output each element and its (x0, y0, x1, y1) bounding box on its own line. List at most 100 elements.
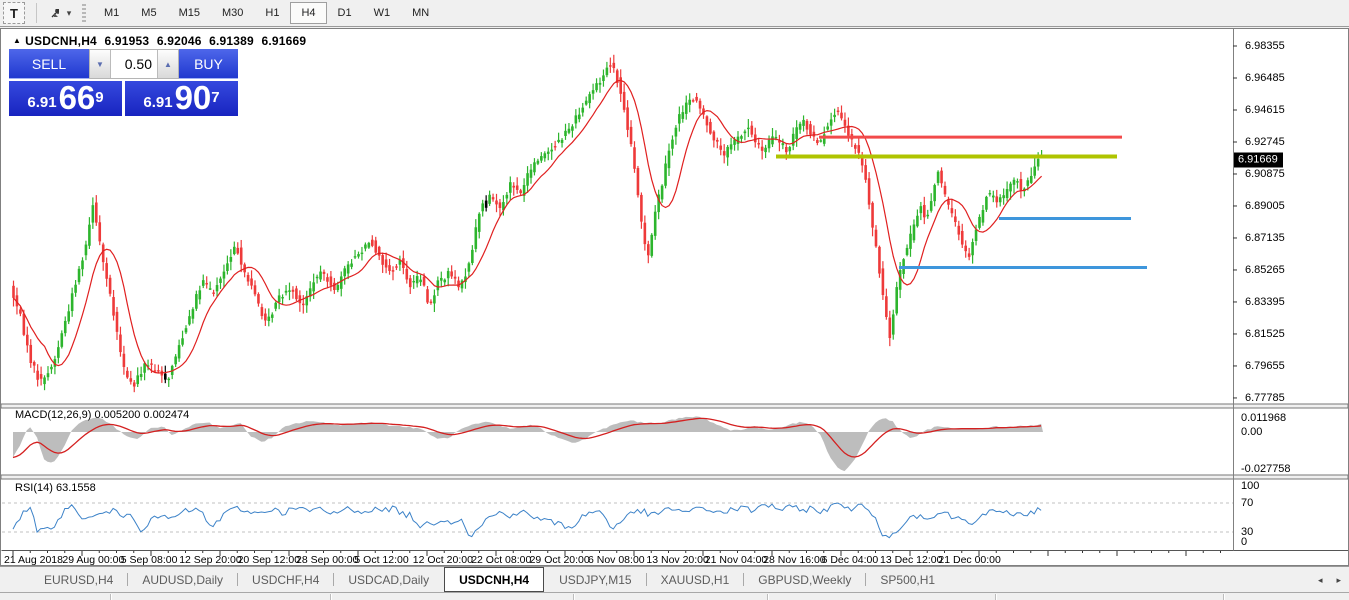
candle-body (471, 250, 474, 263)
candle-body (337, 285, 340, 290)
diagonal-arrows-icon (49, 6, 64, 20)
candle-body (499, 202, 502, 208)
candle-body (871, 203, 874, 228)
candle-body (226, 263, 229, 271)
candle-body (726, 147, 729, 157)
candle-body (36, 371, 39, 380)
candle-body (212, 293, 215, 294)
price-axis-label: 6.90875 (1245, 168, 1285, 180)
candle-body (419, 280, 422, 282)
candle-body (98, 222, 101, 241)
candle-body (136, 375, 139, 384)
buy-button[interactable]: BUY (179, 49, 238, 79)
candle-body (685, 103, 688, 114)
time-axis-label: 12 Sep 20:00 (179, 554, 241, 566)
time-axis-label: 13 Dec 12:00 (880, 554, 942, 566)
arrows-tool-button[interactable]: ▾ (42, 2, 78, 24)
buy-price-main: 90 (175, 83, 212, 113)
candle-body (837, 111, 840, 112)
timeframe-button-group: M1M5M15M30H1H4D1W1MN (93, 2, 440, 24)
candle-body (1016, 181, 1019, 182)
price-axis-label: 6.87135 (1245, 232, 1285, 244)
buy-price-display[interactable]: 6.91 90 7 (125, 81, 238, 116)
panel-divider-rsi[interactable] (1, 475, 1348, 479)
candle-body (271, 315, 274, 318)
candle-body (316, 277, 319, 278)
candle-body (878, 247, 881, 274)
candle-body (219, 279, 222, 283)
volume-decrease-button[interactable]: ▼ (90, 50, 111, 78)
candle-body (992, 196, 995, 198)
status-bar-separator (330, 594, 332, 600)
chart-tab-usdcad[interactable]: USDCAD,Daily (334, 567, 443, 592)
candle-body (340, 276, 343, 288)
candle-body (654, 212, 657, 236)
tab-scroll-right-icon[interactable]: ▸ (1336, 575, 1341, 586)
toolbar-grip[interactable] (82, 4, 86, 22)
candle-body (361, 253, 364, 254)
sell-button[interactable]: SELL (9, 49, 89, 79)
candle-body (109, 278, 112, 294)
timeframe-button-m15[interactable]: M15 (168, 2, 211, 24)
candle-body (216, 285, 219, 291)
sell-price-display[interactable]: 6.91 66 9 (9, 81, 122, 116)
candle-body (88, 225, 91, 246)
timeframe-button-h1[interactable]: H1 (254, 2, 290, 24)
timeframe-button-m1[interactable]: M1 (93, 2, 130, 24)
status-bar-separator (573, 594, 575, 600)
timeframe-button-m30[interactable]: M30 (211, 2, 254, 24)
candle-body (954, 216, 957, 222)
candle-body (1002, 195, 1005, 198)
chart-tab-audusd[interactable]: AUDUSD,Daily (128, 567, 237, 592)
volume-increase-button[interactable]: ▲ (157, 50, 178, 78)
candle-body (240, 248, 243, 265)
timeframe-button-m5[interactable]: M5 (130, 2, 167, 24)
moving-average-line[interactable] (14, 80, 1042, 373)
chart-window[interactable]: ▲USDCNH,H4 6.91953 6.92046 6.91389 6.916… (0, 28, 1349, 566)
panel-divider-macd[interactable] (1, 404, 1348, 408)
candle-body (478, 214, 481, 232)
tab-scroll-controls: ◂ ▸ (1318, 567, 1341, 593)
timeframe-button-w1[interactable]: W1 (363, 2, 402, 24)
candle-body (995, 196, 998, 202)
candle-body (130, 378, 133, 381)
sell-price-prefix: 6.91 (27, 93, 56, 113)
chart-tab-sp500[interactable]: SP500,H1 (866, 567, 949, 592)
collapse-triangle-icon[interactable]: ▲ (13, 36, 21, 45)
chart-tab-usdchf[interactable]: USDCHF,H4 (238, 567, 333, 592)
timeframe-button-h4[interactable]: H4 (290, 2, 326, 24)
macd-label: MACD(12,26,9) 0.005200 0.002474 (15, 409, 189, 421)
timeframe-button-mn[interactable]: MN (401, 2, 440, 24)
candle-body (1033, 167, 1036, 176)
volume-input[interactable] (111, 50, 157, 78)
candle-body (437, 280, 440, 290)
tab-scroll-left-icon[interactable]: ◂ (1318, 575, 1323, 586)
candle-body (264, 314, 267, 321)
candle-body (647, 244, 650, 255)
candle-body (150, 363, 153, 364)
chart-tab-usdcnh[interactable]: USDCNH,H4 (444, 567, 544, 592)
chart-tab-xauusd[interactable]: XAUUSD,H1 (647, 567, 744, 592)
candle-body (223, 272, 226, 279)
candle-body (354, 256, 357, 257)
text-tool-icon[interactable]: T (3, 2, 25, 24)
candle-body (806, 121, 809, 130)
candle-body (192, 309, 195, 319)
chart-tab-gbpusd[interactable]: GBPUSD,Weekly (744, 567, 865, 592)
timeframe-button-d1[interactable]: D1 (327, 2, 363, 24)
candle-body (637, 168, 640, 195)
candle-body (588, 94, 591, 103)
candle-body (40, 374, 43, 379)
candle-body (958, 226, 961, 235)
chart-tab-usdjpy[interactable]: USDJPY,M15 (545, 567, 645, 592)
chart-tab-eurusd[interactable]: EURUSD,H4 (30, 567, 127, 592)
candle-body (585, 101, 588, 105)
status-bar-separator (995, 594, 997, 600)
candle-body (19, 309, 22, 313)
candle-body (747, 128, 750, 129)
candle-body (368, 243, 371, 248)
candle-body (102, 244, 105, 262)
candle-body (602, 75, 605, 81)
candle-body (568, 129, 571, 133)
ohlc-high: 6.92046 (157, 34, 202, 48)
